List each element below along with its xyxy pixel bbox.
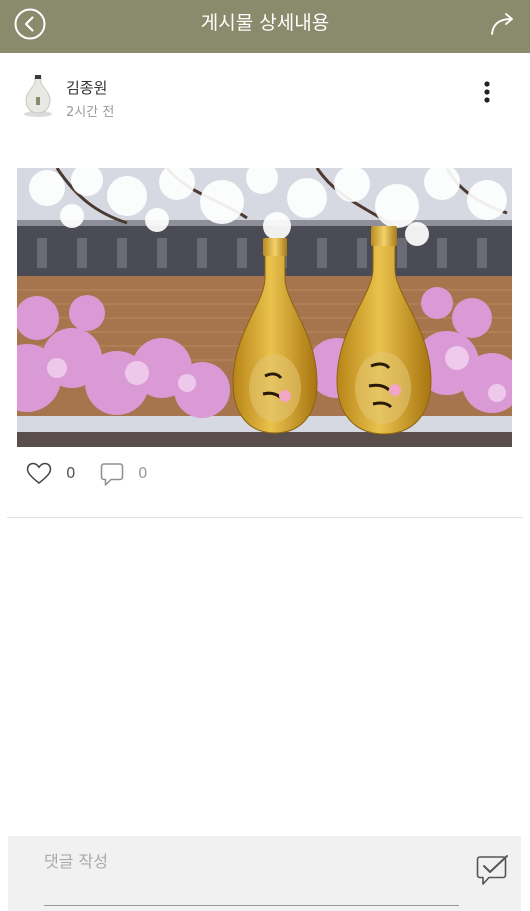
share-arrow-icon bbox=[491, 13, 513, 35]
post-image[interactable] bbox=[17, 168, 512, 447]
page-title: 게시물 상세내용 bbox=[200, 12, 330, 34]
share-button[interactable] bbox=[489, 10, 517, 38]
speech-bubble-icon[interactable] bbox=[100, 462, 124, 488]
comment-form bbox=[8, 836, 521, 911]
cherry-blossom-liquor-photo bbox=[17, 168, 512, 447]
post-author: 김종원 2시간 전 bbox=[20, 73, 510, 123]
author-name[interactable]: 김종원 bbox=[66, 77, 107, 98]
like-count: 0 bbox=[66, 464, 76, 482]
more-vertical-icon bbox=[484, 81, 490, 103]
divider bbox=[7, 517, 523, 518]
more-options-button[interactable] bbox=[480, 80, 494, 106]
check-speech-bubble-icon bbox=[476, 855, 508, 885]
top-bar: 게시물 상세내용 bbox=[0, 0, 530, 53]
post-time: 2시간 전 bbox=[66, 105, 115, 120]
avatar[interactable] bbox=[20, 73, 56, 119]
heart-icon[interactable] bbox=[26, 462, 52, 486]
post-actions: 0 0 bbox=[26, 460, 326, 488]
comment-count: 0 bbox=[138, 464, 148, 482]
comment-input[interactable] bbox=[44, 848, 458, 874]
comment-input-underline bbox=[44, 905, 459, 906]
submit-comment-button[interactable] bbox=[474, 853, 510, 889]
